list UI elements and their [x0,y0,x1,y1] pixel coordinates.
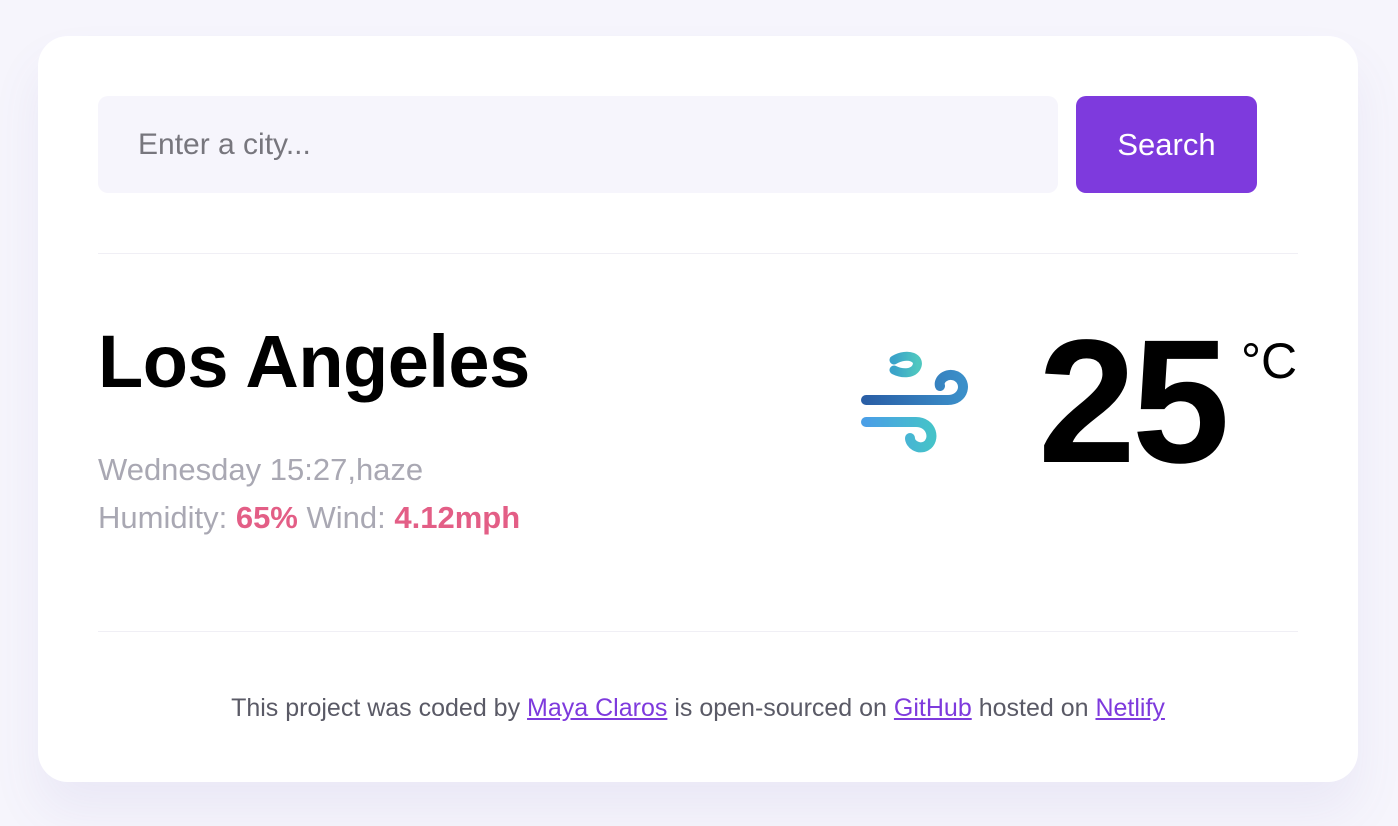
netlify-link[interactable]: Netlify [1095,694,1164,722]
weather-card: Search Los Angeles Wednesday 15:27,haze … [38,36,1358,782]
humidity-value: 65% [235,500,298,535]
search-button[interactable]: Search [1076,96,1257,193]
footer-text-1: This project was coded by [231,694,521,722]
footer-text-2: is open-sourced on [674,694,887,722]
footer-text-3: hosted on [978,694,1089,722]
city-name: Los Angeles [98,320,530,403]
bottom-divider [98,631,1298,632]
weather-details: Wednesday 15:27,haze Humidity: 65% Wind:… [98,446,520,542]
humidity-label: Humidity: [98,500,228,535]
humidity-wind-line: Humidity: 65% Wind: 4.12mph [98,494,520,542]
github-link[interactable]: GitHub [894,694,972,722]
search-form: Search [98,96,1258,193]
wind-icon [861,351,968,453]
search-input[interactable] [98,96,1058,193]
temperature-value: 25 [1038,304,1230,500]
author-link[interactable]: Maya Claros [527,694,667,722]
wind-label: Wind: [306,500,386,535]
footer: This project was coded by Maya Claros is… [38,690,1358,726]
top-divider [98,253,1298,254]
temperature-unit: °C [1241,333,1298,389]
datetime-condition: Wednesday 15:27,haze [98,452,424,487]
wind-value: 4.12mph [394,500,521,535]
